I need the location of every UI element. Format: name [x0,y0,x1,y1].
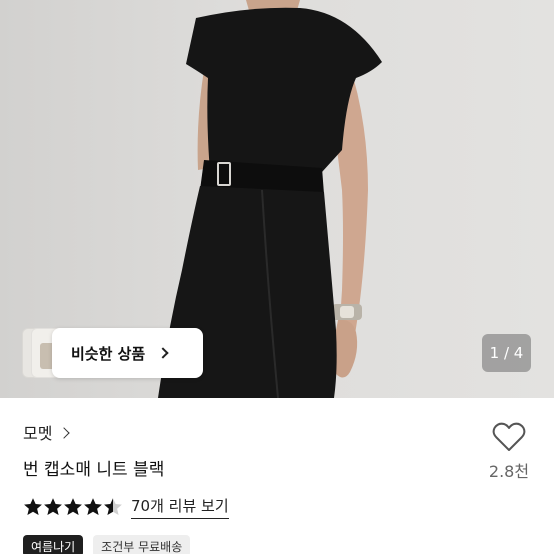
rating-row: 70개 리뷰 보기 [23,495,229,519]
tag-summer: 여름나기 [23,535,84,554]
like-count: 2.8천 [488,462,530,481]
star-icon [24,498,42,515]
product-title: 번 캡소매 니트 블랙 [23,460,165,480]
brand-name: 모멧 [23,424,53,443]
rating-stars [23,497,123,517]
tag-free-shipping: 조건부 무료배송 [93,535,191,554]
star-icon [84,498,102,515]
similar-products-chip[interactable]: 비슷한 상품 [22,328,203,378]
review-link[interactable]: 70개 리뷰 보기 [131,495,229,519]
star-icon [64,498,82,515]
like-button[interactable]: 2.8천 [484,422,534,492]
product-tags: 여름나기 조건부 무료배송 [23,535,191,554]
star-icon [104,498,122,515]
similar-products-button[interactable]: 비슷한 상품 [52,328,203,378]
image-page-indicator: 1 / 4 [482,334,531,372]
star-icon [44,498,62,515]
heart-icon [492,422,526,451]
chevron-right-icon [157,347,169,359]
brand-link[interactable]: 모멧 [23,420,71,444]
similar-products-label: 비슷한 상품 [71,344,146,363]
chevron-right-icon [58,426,71,439]
product-image-gallery[interactable]: 비슷한 상품 1 / 4 [0,0,554,398]
